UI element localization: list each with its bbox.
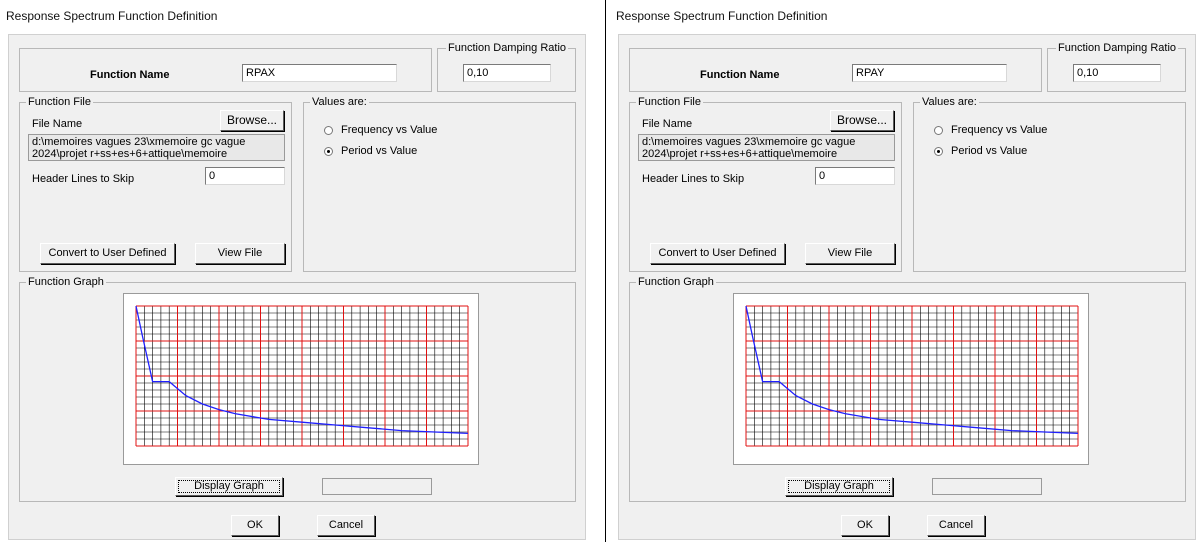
period-radio-indicator (934, 146, 943, 156)
view-file-button[interactable]: View File (805, 243, 895, 264)
convert-to-user-defined-button[interactable]: Convert to User Defined (650, 243, 785, 264)
function-name-group: Function Name RPAY (629, 48, 1042, 92)
dialog-body: Function Name RPAY Function Damping Rati… (618, 34, 1196, 540)
graph-canvas (733, 293, 1089, 465)
frequency-vs-value-radio[interactable]: Frequency vs Value (324, 124, 437, 136)
dialog-pane-right: Response Spectrum Function Definition Fu… (610, 0, 1196, 542)
file-path-field[interactable]: d:\memoires vagues 23\xmemoire gc vague … (638, 134, 895, 161)
frequency-option-label: Frequency vs Value (951, 124, 1048, 136)
values-are-group: Values are: Frequency vs Value Period vs… (913, 96, 1186, 272)
damping-group: Function Damping Ratio 0,10 (1047, 42, 1186, 92)
file-path-field[interactable]: d:\memoires vagues 23\xmemoire gc vague … (28, 134, 285, 161)
cancel-button[interactable]: Cancel (927, 515, 985, 536)
file-name-label: File Name (642, 118, 693, 130)
browse-button[interactable]: Browse... (220, 110, 284, 131)
function-graph-group: Function Graph Display Graph (629, 276, 1186, 502)
header-lines-label: Header Lines to Skip (642, 173, 745, 185)
period-vs-value-radio[interactable]: Period vs Value (934, 145, 1027, 157)
period-option-label: Period vs Value (951, 145, 1028, 157)
function-graph-chart (745, 305, 1079, 447)
function-graph-group: Function Graph Display Graph (19, 276, 576, 502)
function-file-group: Function File File Name Browse... d:\mem… (19, 96, 292, 272)
period-option-label: Period vs Value (341, 145, 418, 157)
graph-status-box (322, 478, 432, 495)
graph-status-box (932, 478, 1042, 495)
function-file-group-title: Function File (636, 96, 703, 108)
window-title: Response Spectrum Function Definition (6, 9, 218, 23)
convert-to-user-defined-button[interactable]: Convert to User Defined (40, 243, 175, 264)
function-name-label: Function Name (700, 69, 780, 81)
damping-group-title: Function Damping Ratio (1056, 42, 1179, 54)
function-graph-chart (135, 305, 469, 447)
function-name-label: Function Name (90, 69, 170, 81)
ok-button[interactable]: OK (231, 515, 279, 536)
graph-canvas (123, 293, 479, 465)
damping-input[interactable]: 0,10 (463, 64, 551, 82)
cancel-button[interactable]: Cancel (317, 515, 375, 536)
display-graph-button[interactable]: Display Graph (175, 477, 283, 496)
values-are-group-title: Values are: (310, 96, 369, 108)
function-graph-group-title: Function Graph (636, 276, 716, 288)
frequency-radio-indicator (934, 125, 943, 135)
function-name-input[interactable]: RPAX (242, 64, 397, 82)
pane-divider (605, 0, 606, 542)
view-file-button[interactable]: View File (195, 243, 285, 264)
frequency-radio-indicator (324, 125, 333, 135)
dialog-pane-left: Response Spectrum Function Definition Fu… (0, 0, 600, 542)
display-graph-button[interactable]: Display Graph (785, 477, 893, 496)
ok-button[interactable]: OK (841, 515, 889, 536)
function-graph-group-title: Function Graph (26, 276, 106, 288)
header-lines-input[interactable]: 0 (205, 167, 285, 185)
function-name-input[interactable]: RPAY (852, 64, 1007, 82)
frequency-option-label: Frequency vs Value (341, 124, 438, 136)
values-are-group-title: Values are: (920, 96, 979, 108)
damping-input[interactable]: 0,10 (1073, 64, 1161, 82)
period-vs-value-radio[interactable]: Period vs Value (324, 145, 417, 157)
header-lines-input[interactable]: 0 (815, 167, 895, 185)
function-name-group: Function Name RPAX (19, 48, 432, 92)
damping-group: Function Damping Ratio 0,10 (437, 42, 576, 92)
function-file-group-title: Function File (26, 96, 93, 108)
frequency-vs-value-radio[interactable]: Frequency vs Value (934, 124, 1047, 136)
damping-group-title: Function Damping Ratio (446, 42, 569, 54)
values-are-group: Values are: Frequency vs Value Period vs… (303, 96, 576, 272)
function-file-group: Function File File Name Browse... d:\mem… (629, 96, 902, 272)
header-lines-label: Header Lines to Skip (32, 173, 135, 185)
dialog-body: Function Name RPAX Function Damping Rati… (8, 34, 586, 540)
file-name-label: File Name (32, 118, 83, 130)
period-radio-indicator (324, 146, 333, 156)
window-title: Response Spectrum Function Definition (616, 9, 828, 23)
browse-button[interactable]: Browse... (830, 110, 894, 131)
